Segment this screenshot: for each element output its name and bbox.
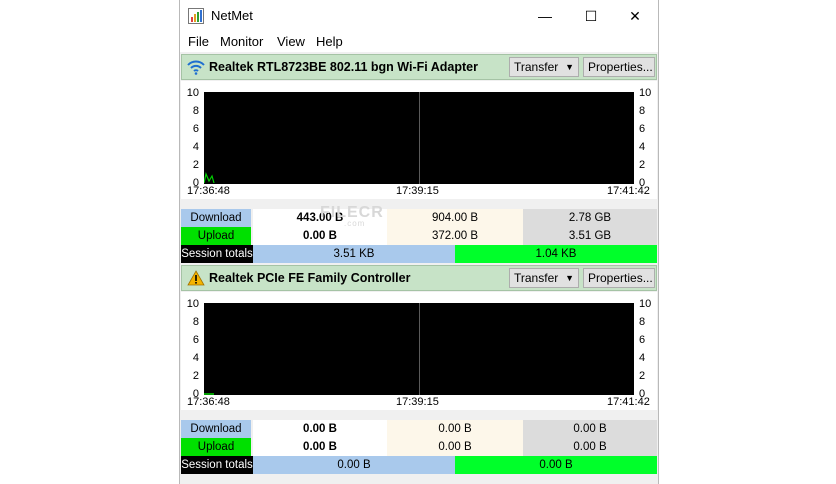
traffic-graph: 10 8 6 4 2 0 10 8 6 4 2 0 17:36:48 17:39…	[181, 81, 657, 199]
time-label-start: 17:36:48	[187, 185, 230, 197]
session-download-total: 3.51 KB	[253, 245, 455, 263]
menu-bar: File Monitor View Help	[180, 32, 658, 52]
time-label-end: 17:41:42	[607, 396, 650, 408]
time-label-mid: 17:39:15	[396, 396, 439, 408]
chevron-down-icon: ▼	[565, 273, 574, 283]
session-totals-label: Session totals	[181, 456, 253, 474]
close-button[interactable]: ✕	[612, 0, 658, 32]
mode-select-label: Transfer	[514, 271, 559, 285]
session-upload-total: 0.00 B	[455, 456, 657, 474]
time-label-end: 17:41:42	[607, 185, 650, 197]
session-download-total: 0.00 B	[253, 456, 455, 474]
netmet-window: NetMet — ☐ ✕ File Monitor View Help Real…	[179, 0, 659, 484]
wifi-icon	[187, 60, 205, 75]
y-tick-label: 8	[192, 316, 199, 328]
title-bar[interactable]: NetMet — ☐ ✕	[180, 0, 658, 32]
window-title: NetMet	[211, 8, 253, 23]
traffic-graph: 10 8 6 4 2 0 10 8 6 4 2 0 17:36:48 17:39…	[181, 292, 657, 410]
mode-select[interactable]: Transfer ▼	[509, 57, 579, 77]
upload-peak: 0.00 B	[387, 438, 523, 456]
chevron-down-icon: ▼	[565, 62, 574, 72]
y-tick-label-right: 10	[639, 298, 652, 310]
properties-button[interactable]: Properties...	[583, 57, 655, 77]
download-label: Download	[181, 420, 251, 438]
adapter-name: Realtek RTL8723BE 802.11 bgn Wi-Fi Adapt…	[209, 60, 478, 74]
y-tick-label: 10	[186, 87, 199, 99]
adapter-name: Realtek PCIe FE Family Controller	[209, 271, 411, 285]
y-tick-label: 10	[186, 298, 199, 310]
graph-plot-area	[204, 92, 634, 184]
download-label: Download	[181, 209, 251, 227]
download-peak: 0.00 B	[387, 420, 523, 438]
maximize-button[interactable]: ☐	[568, 0, 614, 32]
upload-label: Upload	[181, 227, 251, 245]
y-tick-label-right: 8	[639, 316, 646, 328]
adapter-header: Realtek PCIe FE Family Controller Transf…	[181, 265, 657, 291]
upload-peak: 372.00 B	[387, 227, 523, 245]
y-tick-label: 8	[192, 105, 199, 117]
y-tick-label: 2	[192, 370, 199, 382]
download-peak: 904.00 B	[387, 209, 523, 227]
download-current: 0.00 B	[253, 420, 387, 438]
warning-icon	[187, 270, 205, 286]
y-tick-label-right: 6	[639, 123, 646, 135]
traffic-trace	[204, 393, 214, 395]
download-total: 0.00 B	[523, 420, 657, 438]
y-tick-label: 4	[192, 352, 199, 364]
menu-help[interactable]: Help	[316, 34, 343, 49]
session-totals-label: Session totals	[181, 245, 253, 263]
upload-label: Upload	[181, 438, 251, 456]
y-tick-label-right: 10	[639, 87, 652, 99]
upload-total: 0.00 B	[523, 438, 657, 456]
upload-current: 0.00 B	[253, 227, 387, 245]
app-bars-icon	[188, 8, 204, 24]
y-tick-label: 4	[192, 141, 199, 153]
upload-current: 0.00 B	[253, 438, 387, 456]
y-tick-label-right: 8	[639, 105, 646, 117]
download-total: 2.78 GB	[523, 209, 657, 227]
y-tick-label-right: 4	[639, 352, 646, 364]
y-tick-label-right: 2	[639, 370, 646, 382]
y-tick-label: 6	[192, 334, 199, 346]
time-label-mid: 17:39:15	[396, 185, 439, 197]
minimize-button[interactable]: —	[522, 0, 568, 32]
watermark: FILECR .com	[320, 204, 384, 228]
mode-select-label: Transfer	[514, 60, 559, 74]
menu-file[interactable]: File	[188, 34, 209, 49]
menu-monitor[interactable]: Monitor	[220, 34, 263, 49]
y-tick-label: 2	[192, 159, 199, 171]
adapter-header: Realtek RTL8723BE 802.11 bgn Wi-Fi Adapt…	[181, 54, 657, 80]
session-upload-total: 1.04 KB	[455, 245, 657, 263]
properties-button[interactable]: Properties...	[583, 268, 655, 288]
y-tick-label-right: 6	[639, 334, 646, 346]
graph-plot-area	[204, 303, 634, 395]
mode-select[interactable]: Transfer ▼	[509, 268, 579, 288]
y-tick-label: 6	[192, 123, 199, 135]
upload-total: 3.51 GB	[523, 227, 657, 245]
y-tick-label-right: 2	[639, 159, 646, 171]
traffic-trace	[204, 172, 215, 184]
y-tick-label-right: 4	[639, 141, 646, 153]
time-label-start: 17:36:48	[187, 396, 230, 408]
menu-view[interactable]: View	[277, 34, 305, 49]
